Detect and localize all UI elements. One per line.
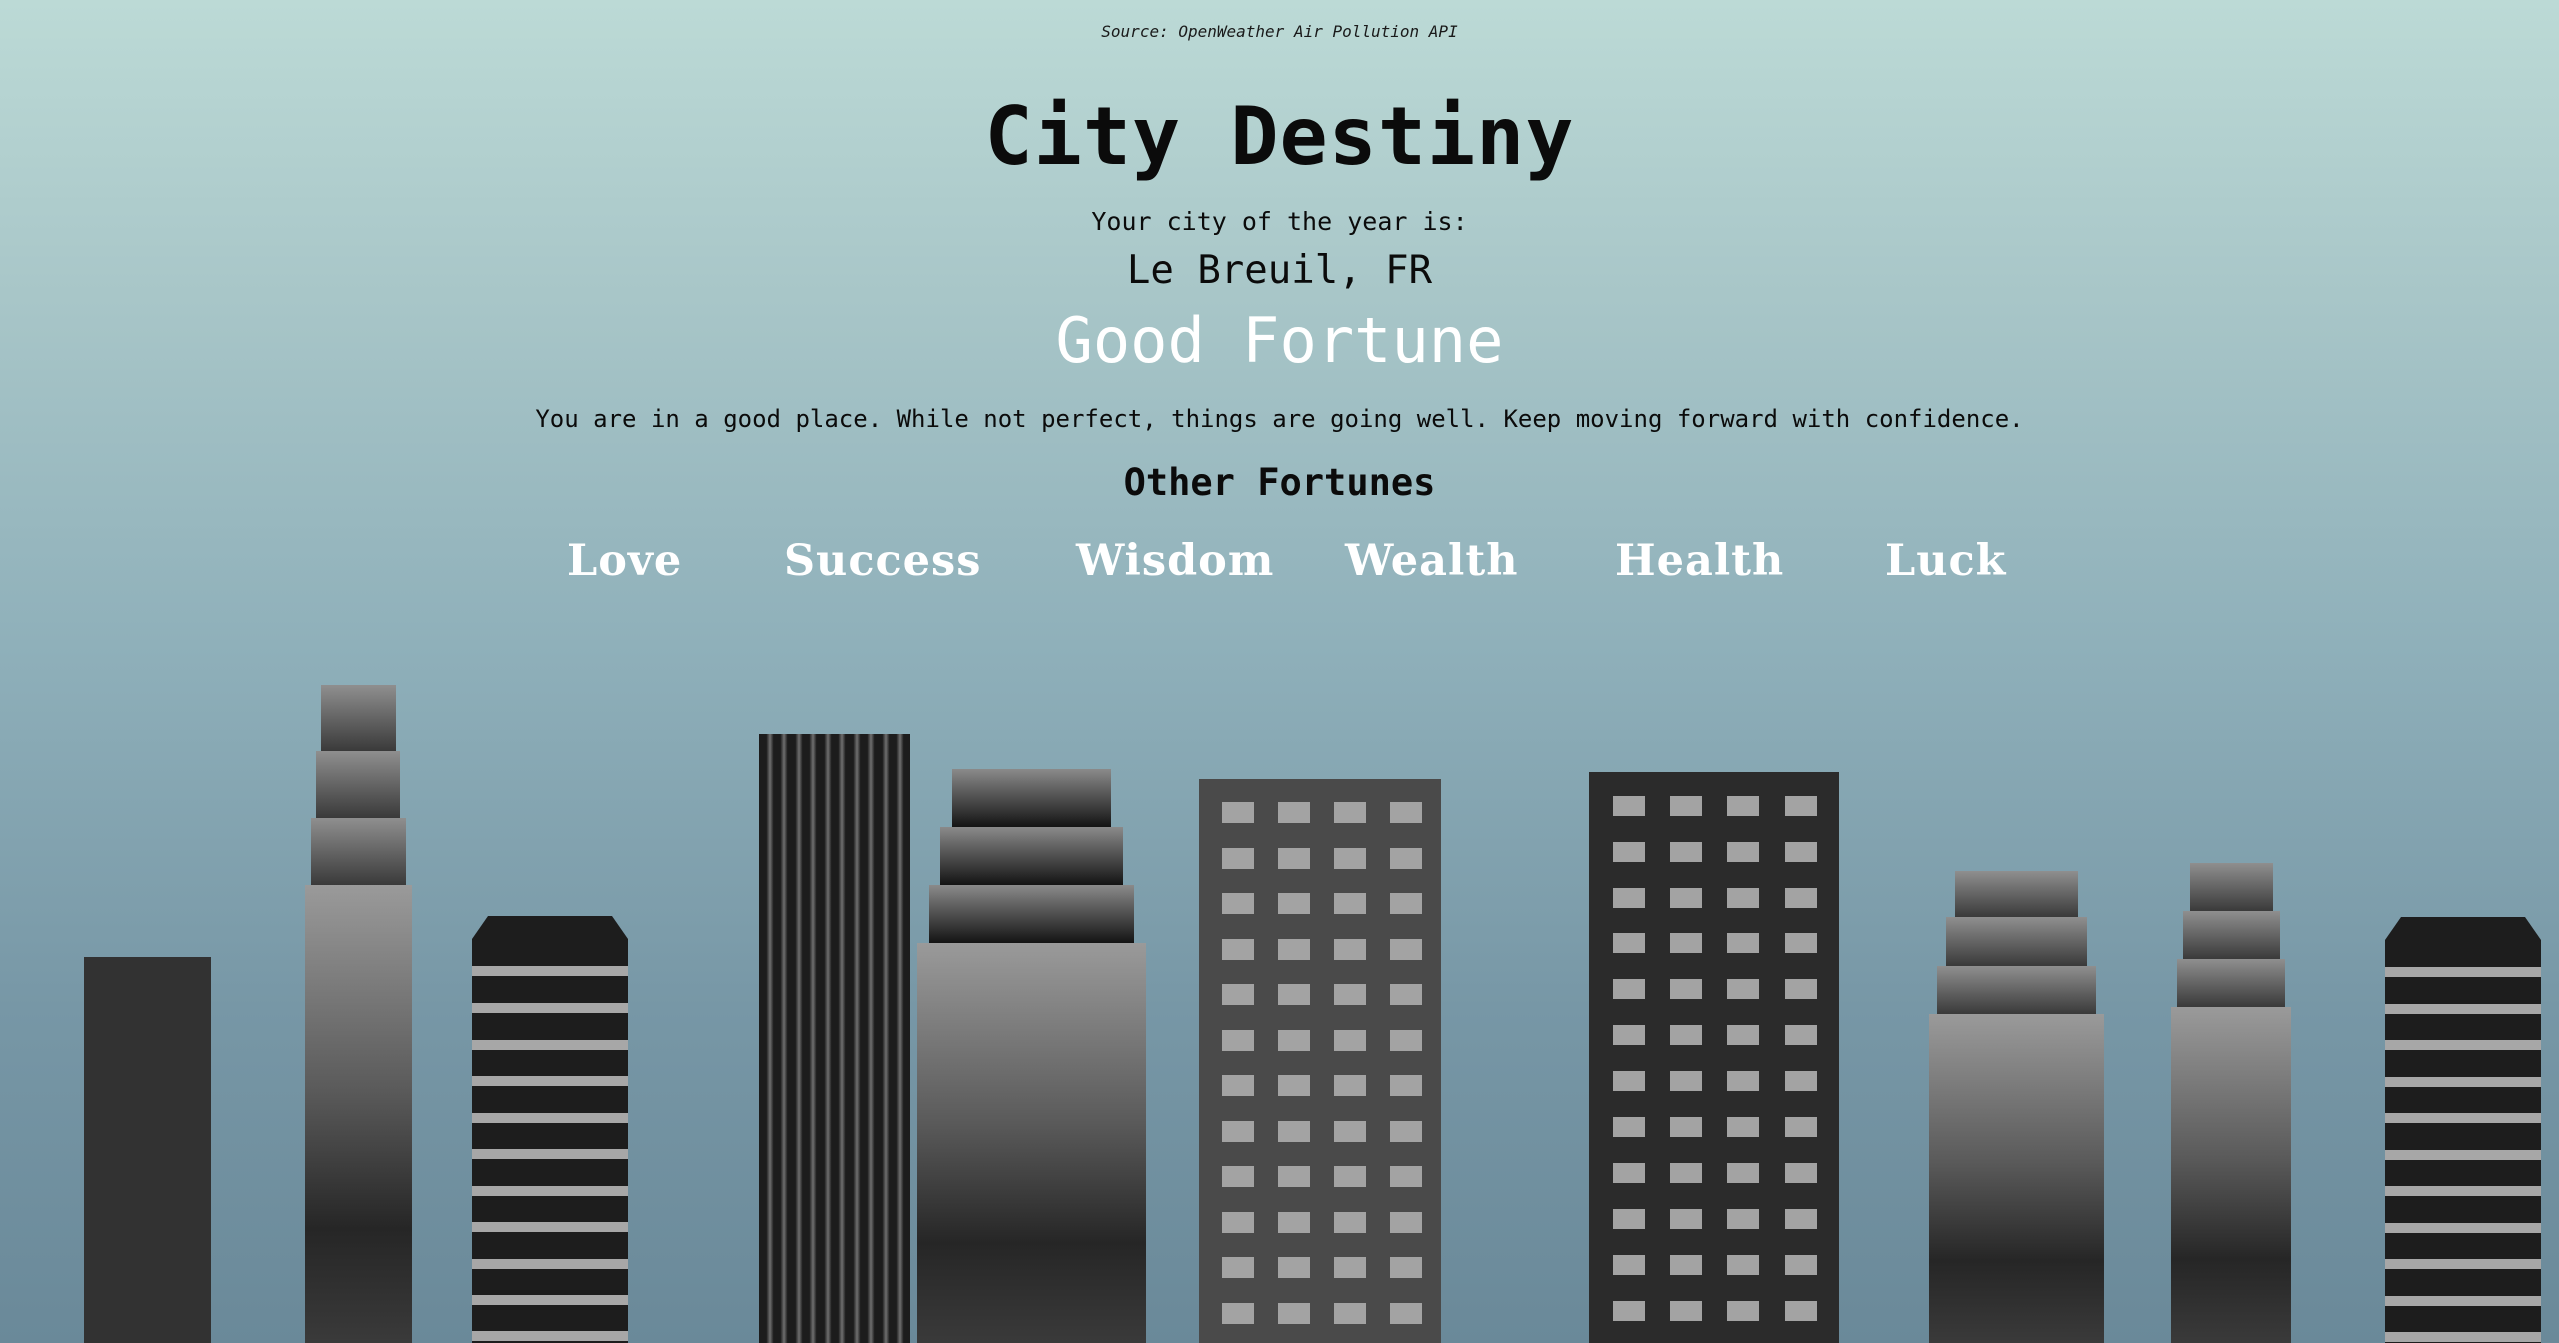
- fortune-description: You are in a good place. While not perfe…: [535, 405, 2024, 433]
- fortune-link-love[interactable]: Love: [567, 536, 682, 586]
- fortune-link-wisdom[interactable]: Wisdom: [1076, 536, 1274, 586]
- building-vertical-fins: [759, 734, 910, 1343]
- fortune-link-health[interactable]: Health: [1615, 536, 1784, 586]
- source-credit: Source: OpenWeather Air Pollution API: [1101, 22, 1458, 41]
- building-office-dark: [1589, 772, 1839, 1343]
- city-skyline-illustration: [84, 685, 2541, 1343]
- fortune-link-wealth[interactable]: Wealth: [1345, 536, 1518, 586]
- building-stepped-wide: [917, 769, 1146, 1343]
- other-fortunes-list: Love Success Wisdom Wealth Health Luck: [0, 536, 2559, 586]
- fortune-link-success[interactable]: Success: [784, 536, 981, 586]
- fortune-result: Good Fortune: [1055, 304, 1504, 377]
- building-stepped-narrow: [2171, 863, 2291, 1343]
- city-of-year-label: Your city of the year is:: [1091, 207, 1468, 236]
- other-fortunes-heading: Other Fortunes: [1123, 461, 1436, 504]
- building-tiered-tower: [305, 685, 412, 1343]
- page-title: City Destiny: [984, 90, 1575, 183]
- building-stepped-medium: [1929, 871, 2104, 1343]
- building-striped-right: [2385, 917, 2541, 1343]
- building-striped-left: [472, 916, 628, 1343]
- city-name: Le Breuil, FR: [1126, 248, 1433, 293]
- fortune-link-luck[interactable]: Luck: [1885, 536, 2006, 586]
- building-plain: [84, 957, 211, 1343]
- building-office-grey: [1199, 779, 1441, 1343]
